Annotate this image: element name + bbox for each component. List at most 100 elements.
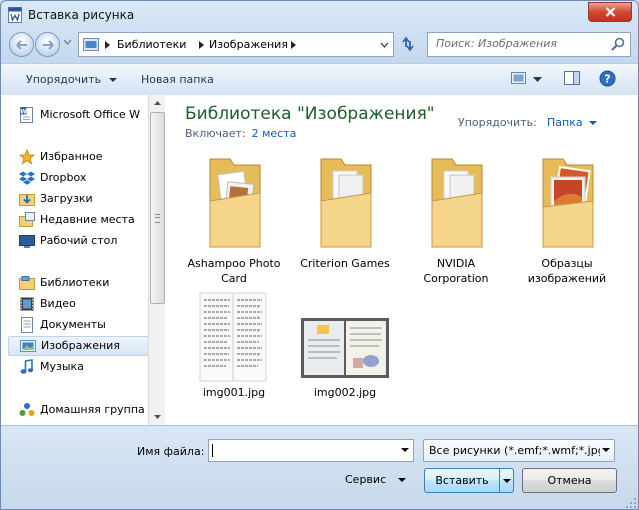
close-icon bbox=[605, 7, 615, 17]
address-bar[interactable]: Библиотеки Изображения bbox=[78, 32, 394, 57]
chevron-down-icon bbox=[588, 121, 597, 125]
nav-item-label: Музыка bbox=[40, 360, 84, 373]
breadcrumb-separator-icon[interactable] bbox=[199, 41, 204, 49]
breadcrumb-separator-icon[interactable] bbox=[291, 41, 296, 49]
folder-item[interactable]: Criterion Games bbox=[293, 153, 397, 288]
dropbox-icon bbox=[19, 171, 35, 185]
chevron-down-icon[interactable] bbox=[401, 448, 409, 452]
filename-input[interactable] bbox=[213, 443, 393, 456]
chevron-down-icon bbox=[502, 478, 511, 483]
libraries-icon bbox=[19, 276, 35, 290]
nav-item-label: Домашняя группа bbox=[40, 403, 145, 416]
nav-item-pictures[interactable]: Изображения bbox=[8, 336, 148, 356]
downloads-folder-icon bbox=[19, 194, 35, 206]
folder-item[interactable]: Ashampoo Photo Card bbox=[182, 153, 286, 288]
tools-label: Сервис bbox=[345, 473, 387, 486]
recent-places-icon bbox=[19, 212, 35, 227]
nav-item-label: Загрузки bbox=[40, 192, 93, 205]
navigation-pane: W Microsoft Office W Избранное Dropbox З… bbox=[1, 95, 148, 425]
library-title: Библиотека "Изображения" bbox=[185, 104, 435, 124]
insert-button[interactable]: Вставить bbox=[424, 468, 514, 493]
file-item[interactable]: img002.jpg bbox=[293, 288, 397, 399]
scroll-up-arrow-icon bbox=[153, 101, 161, 105]
word-app-icon bbox=[8, 7, 22, 23]
nav-item-label: Рабочий стол bbox=[40, 234, 118, 247]
change-view-icon[interactable] bbox=[511, 71, 527, 86]
item-name: img002.jpg bbox=[313, 386, 377, 399]
nav-item-label: Документы bbox=[40, 318, 106, 331]
insert-options-dropdown[interactable] bbox=[499, 469, 513, 492]
organize-label: Упорядочить bbox=[26, 73, 102, 86]
svg-text:?: ? bbox=[604, 73, 610, 86]
close-button[interactable] bbox=[588, 2, 632, 22]
help-icon[interactable]: ? bbox=[599, 70, 616, 87]
nav-item-label: Видео bbox=[40, 297, 76, 310]
file-item[interactable]: img001.jpg bbox=[182, 288, 286, 399]
folder-item[interactable]: NVIDIA Corporation bbox=[404, 153, 508, 288]
forward-button[interactable] bbox=[35, 32, 60, 57]
file-list-pane[interactable]: Библиотека "Изображения" Включает: 2 мест… bbox=[165, 95, 638, 425]
pictures-library-icon bbox=[20, 340, 36, 352]
breadcrumb-pictures[interactable]: Изображения bbox=[209, 38, 288, 51]
insert-label: Вставить bbox=[435, 474, 489, 487]
arrange-by-dropdown[interactable]: Папка bbox=[547, 116, 597, 129]
navigation-scrollbar[interactable] bbox=[148, 95, 165, 425]
folder-icon bbox=[320, 158, 372, 248]
recent-pages-dropdown-icon[interactable] bbox=[63, 39, 72, 45]
scroll-down-button[interactable] bbox=[149, 409, 165, 425]
scroll-up-button[interactable] bbox=[149, 95, 165, 111]
library-pictures-icon bbox=[83, 38, 99, 51]
arrange-by-value: Папка bbox=[547, 116, 583, 129]
item-name: Образцы изображений bbox=[527, 257, 607, 285]
window-title: Вставка рисунка bbox=[28, 8, 135, 22]
back-button[interactable] bbox=[9, 32, 34, 57]
preview-pane-icon[interactable] bbox=[564, 71, 580, 86]
nav-item-label: Недавние места bbox=[40, 213, 135, 226]
dialog-footer: Имя файла: Все рисунки (*.emf;*.wmf;*.jp… bbox=[1, 425, 638, 509]
music-library-icon bbox=[20, 359, 34, 374]
search-input[interactable] bbox=[436, 37, 596, 50]
folder-item[interactable]: Образцы изображений bbox=[515, 153, 619, 288]
tools-menu[interactable]: Сервис bbox=[345, 473, 407, 486]
nav-item-label: Microsoft Office W bbox=[40, 108, 141, 121]
arrange-by-label: Упорядочить: bbox=[458, 116, 537, 129]
scrollbar-grip bbox=[155, 214, 160, 223]
item-name: Criterion Games bbox=[300, 257, 390, 270]
scanned-document-thumbnail bbox=[199, 292, 267, 382]
breadcrumb-separator-icon[interactable] bbox=[105, 41, 110, 49]
resize-grip-icon[interactable] bbox=[626, 498, 636, 508]
video-library-icon bbox=[20, 297, 34, 311]
filter-dropdown-button[interactable] bbox=[600, 440, 614, 461]
item-name: Ashampoo Photo Card bbox=[187, 257, 281, 285]
filename-combobox[interactable] bbox=[208, 439, 414, 462]
scrollbar-thumb[interactable] bbox=[150, 112, 165, 304]
title-bar[interactable]: Вставка рисунка bbox=[1, 1, 638, 29]
nav-item-label: Библиотеки bbox=[40, 276, 110, 289]
item-name: NVIDIA Corporation bbox=[423, 257, 489, 285]
homegroup-icon bbox=[19, 403, 35, 416]
view-options-dropdown-icon[interactable] bbox=[533, 77, 542, 82]
folder-icon bbox=[431, 158, 483, 248]
includes-locations-link[interactable]: 2 места bbox=[252, 127, 297, 140]
cancel-button[interactable]: Отмена bbox=[522, 468, 617, 493]
scroll-down-arrow-icon bbox=[153, 415, 161, 419]
includes-label: Включает: bbox=[185, 127, 246, 140]
breadcrumb-libraries[interactable]: Библиотеки bbox=[117, 38, 186, 51]
nav-item-label: Dropbox bbox=[40, 171, 87, 184]
nav-item-label: Изображения bbox=[41, 339, 120, 352]
nav-item-label: Избранное bbox=[40, 150, 103, 163]
new-folder-button[interactable]: Новая папка bbox=[141, 73, 214, 86]
filename-label: Имя файла: bbox=[137, 445, 205, 458]
file-type-filter-value: Все рисунки (*.emf;*.wmf;*.jpg bbox=[429, 444, 605, 457]
search-icon[interactable] bbox=[611, 37, 625, 51]
star-icon bbox=[19, 149, 35, 165]
address-history-dropdown-icon[interactable] bbox=[380, 42, 389, 48]
documents-library-icon bbox=[21, 317, 33, 333]
file-type-filter[interactable]: Все рисунки (*.emf;*.wmf;*.jpg bbox=[423, 439, 615, 462]
search-box[interactable] bbox=[427, 32, 631, 57]
refresh-button[interactable] bbox=[397, 34, 419, 54]
back-arrow-icon bbox=[15, 39, 27, 50]
organize-menu[interactable]: Упорядочить bbox=[26, 73, 118, 86]
desktop-icon bbox=[19, 235, 35, 248]
library-includes: Включает: 2 места bbox=[185, 127, 296, 140]
